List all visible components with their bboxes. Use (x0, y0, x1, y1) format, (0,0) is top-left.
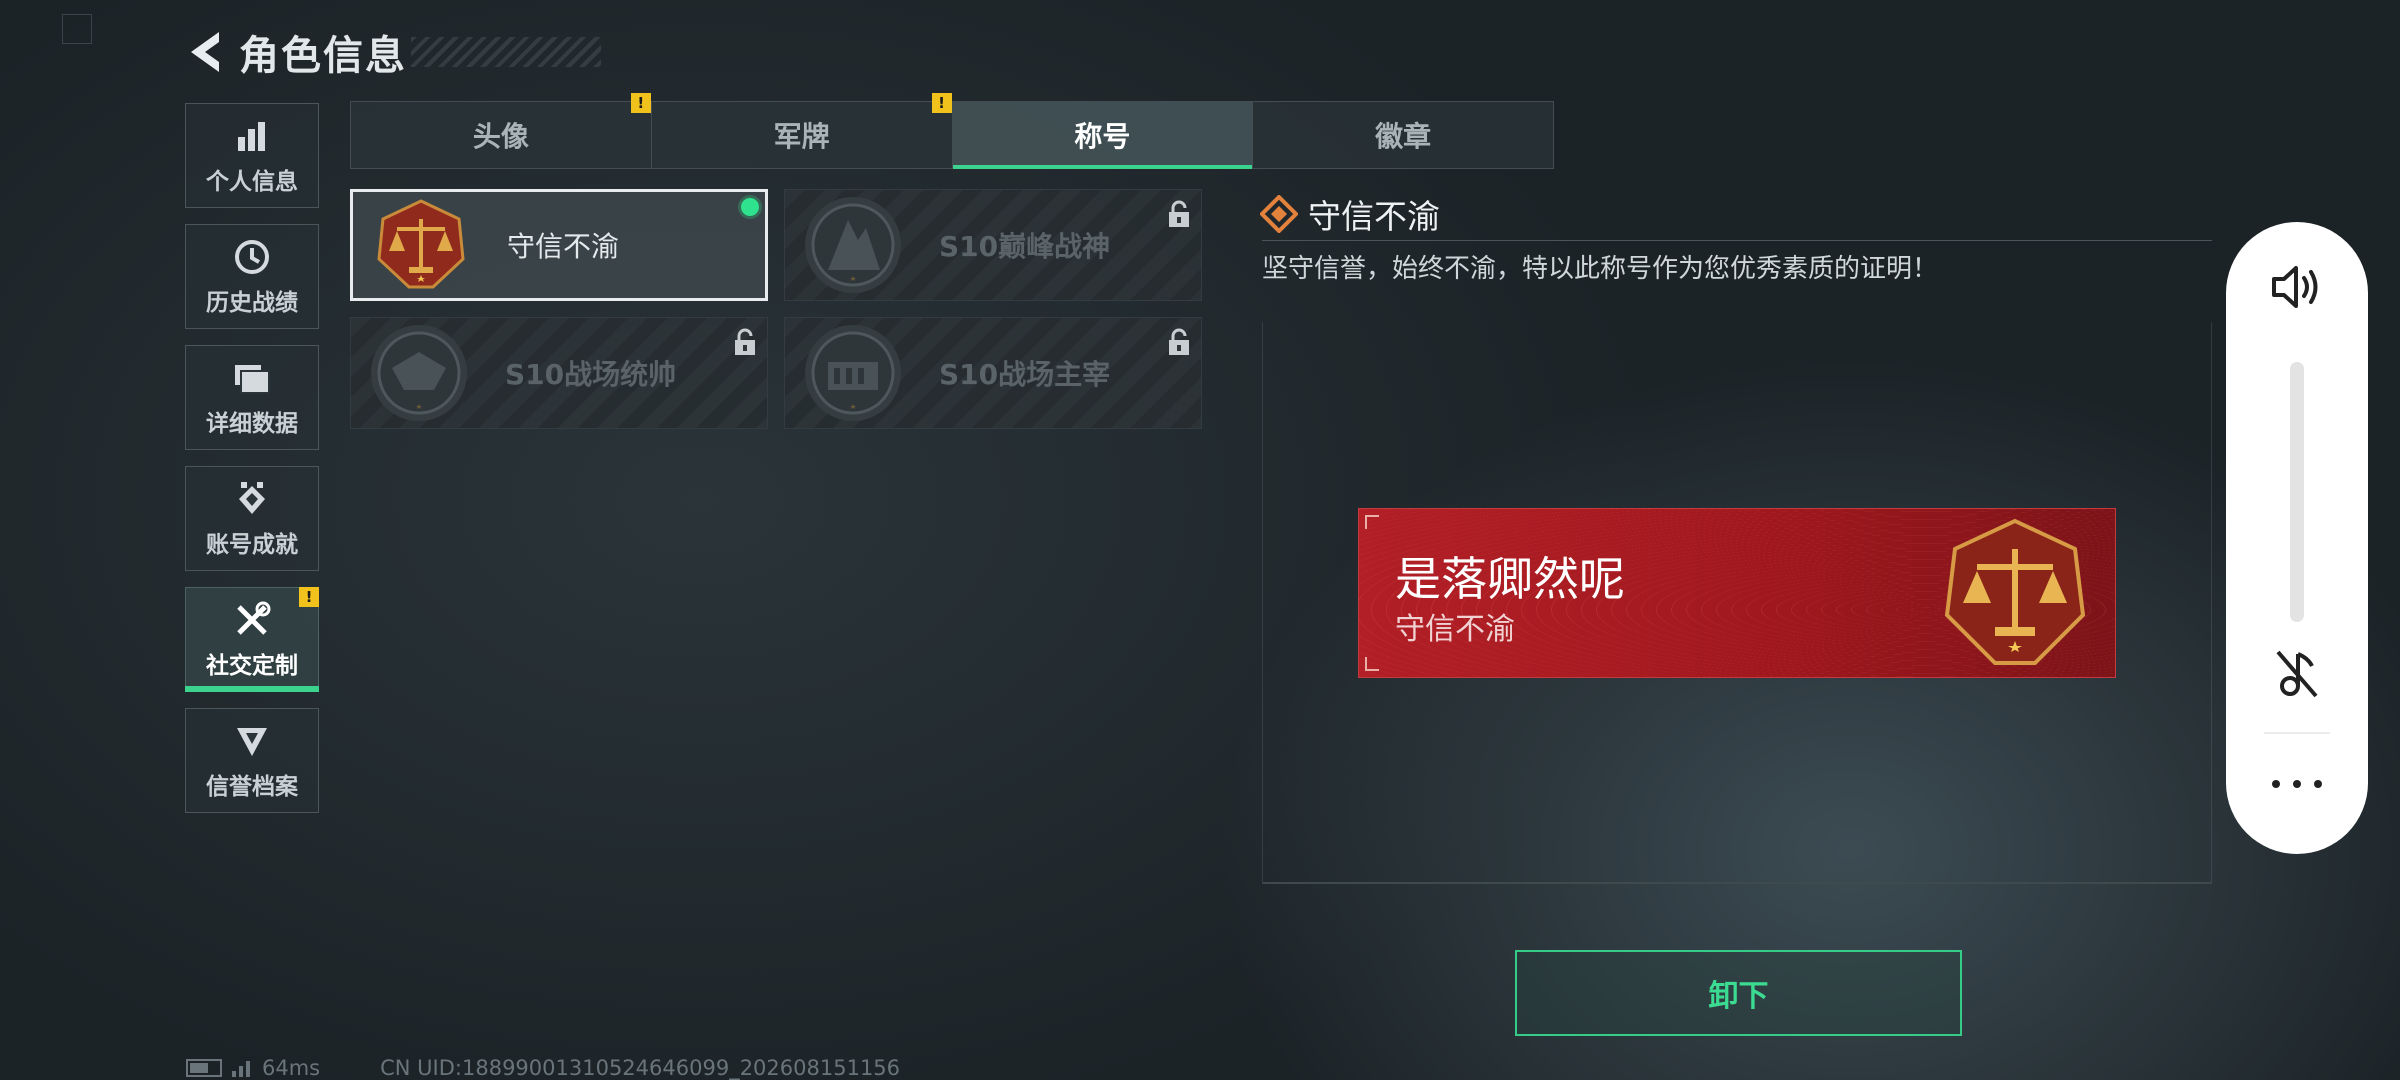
sidebar-item-label: 详细数据 (206, 410, 298, 437)
back-button[interactable] (185, 29, 225, 75)
diamond-icon (1260, 195, 1298, 233)
title-name: S10战场统帅 (505, 358, 677, 391)
sidebar-item-label: 个人信息 (206, 168, 298, 195)
more-options-icon[interactable] (2272, 776, 2322, 792)
volume-panel (2226, 222, 2368, 854)
page-header: 角色信息 (185, 22, 601, 82)
commander-emblem-icon (371, 325, 467, 421)
history-clock-icon (232, 237, 272, 277)
unequip-button[interactable]: 卸下 (1515, 950, 1962, 1036)
title-name: S10巅峰战神 (939, 230, 1111, 263)
colosseum-emblem-icon (805, 325, 901, 421)
banner-corner (1365, 515, 1379, 529)
ping-value: 64ms (262, 1056, 321, 1080)
ringer-mute-icon[interactable] (2274, 646, 2320, 702)
lock-icon (1169, 200, 1189, 227)
volume-slider[interactable] (2290, 362, 2304, 622)
preview-baseline (1263, 882, 2211, 884)
tab-label: 军牌 (773, 120, 830, 153)
folder-icon (232, 358, 272, 398)
achievement-medal-icon (232, 479, 272, 519)
title-name: S10战场主宰 (939, 358, 1111, 391)
scales-emblem-icon (373, 197, 469, 293)
alert-badge: ! (630, 93, 651, 113)
title-card[interactable]: 守信不渝 (350, 189, 768, 301)
detail-description: 坚守信誉，始终不渝，特以此称号作为您优秀素质的证明！ (1262, 254, 1939, 284)
scales-emblem-icon (1944, 518, 2086, 665)
peak-emblem-icon (805, 197, 901, 293)
title-name: 守信不渝 (507, 230, 620, 263)
title-card[interactable]: S10战场统帅 (350, 317, 768, 429)
tab-avatar[interactable]: 头像 ! (351, 93, 652, 168)
tab-title[interactable]: 称号 (952, 102, 1254, 169)
sidebar-item-achievements[interactable]: 账号成就 (185, 466, 319, 571)
speaker-icon[interactable] (2270, 262, 2324, 312)
banner-title: 守信不渝 (1395, 612, 1515, 647)
page-title: 角色信息 (239, 33, 407, 79)
sidebar: 个人信息 历史战绩 详细数据 账号成就 ! 社交定制 信誉档案 (185, 103, 321, 829)
sidebar-item-personal-info[interactable]: 个人信息 (185, 103, 319, 208)
sidebar-item-label: 社交定制 (206, 652, 298, 679)
equipped-indicator (741, 198, 759, 216)
uid-text: CN UID:1889900131052464609​9_20260815115… (380, 1056, 901, 1080)
sidebar-item-label: 信誉档案 (206, 773, 298, 800)
alert-badge: ! (299, 587, 319, 607)
sidebar-item-social-custom[interactable]: ! 社交定制 (185, 587, 319, 692)
credit-shield-icon (232, 721, 272, 761)
tab-label: 徽章 (1375, 120, 1432, 153)
detail-header: 守信不渝 (1260, 190, 1440, 238)
sidebar-item-label: 账号成就 (206, 531, 298, 558)
corner-marker (62, 14, 92, 44)
signal-icon (232, 1059, 250, 1077)
alert-badge: ! (931, 93, 952, 113)
divider (1262, 240, 2212, 241)
title-card[interactable]: S10巅峰战神 (784, 189, 1202, 301)
tab-label: 称号 (1074, 120, 1131, 153)
tab-badge[interactable]: 徽章 (1253, 102, 1553, 168)
title-banner-preview: 是落卿然呢 守信不渝 (1358, 508, 2116, 678)
lock-icon (1169, 328, 1189, 355)
title-decoration (411, 37, 601, 67)
player-name: 是落卿然呢 (1395, 552, 1625, 606)
tab-label: 头像 (472, 120, 529, 153)
sidebar-item-label: 历史战绩 (206, 289, 298, 316)
divider (2264, 732, 2330, 734)
tab-dog-tag[interactable]: 军牌 ! (652, 93, 953, 168)
tools-icon (232, 600, 272, 640)
sidebar-item-history[interactable]: 历史战绩 (185, 224, 319, 329)
title-card[interactable]: S10战场主宰 (784, 317, 1202, 429)
banner-corner (1365, 657, 1379, 671)
detail-title: 守信不渝 (1308, 197, 1440, 236)
back-arrow-icon (191, 32, 219, 72)
sidebar-item-detailed-data[interactable]: 详细数据 (185, 345, 319, 450)
sidebar-item-credit-archive[interactable]: 信誉档案 (185, 708, 319, 813)
bar-chart-icon (232, 116, 272, 156)
status-bar: 64ms CN UID:1889900131052464609​9_202608… (186, 1056, 900, 1080)
lock-icon (735, 328, 755, 355)
category-tabs: 头像 ! 军牌 ! 称号 徽章 (350, 93, 1554, 169)
battery-icon (186, 1059, 222, 1077)
